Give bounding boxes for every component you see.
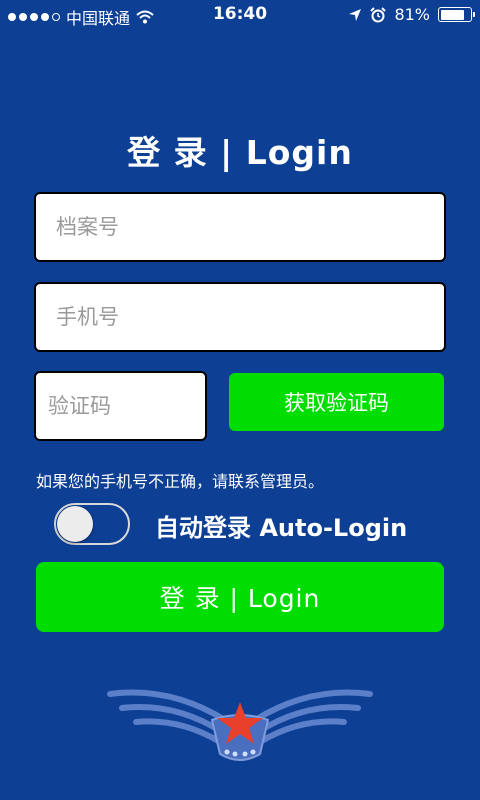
verification-code-input[interactable] <box>48 373 205 439</box>
phone-number-field[interactable] <box>34 282 446 352</box>
battery-fill <box>440 9 464 20</box>
status-right: 81% <box>348 5 475 24</box>
location-arrow-icon <box>349 8 362 21</box>
auto-login-label: 自动登录 Auto-Login <box>155 514 408 542</box>
wings-logo <box>107 689 373 761</box>
archive-number-field[interactable] <box>34 192 446 262</box>
login-button[interactable]: 登 录 | Login <box>36 562 444 632</box>
battery-icon <box>438 7 475 22</box>
phone-number-input[interactable] <box>56 284 444 350</box>
alarm-icon <box>370 6 387 22</box>
get-code-button[interactable]: 获取验证码 <box>229 373 444 431</box>
phone-notice-text: 如果您的手机号不正确，请联系管理员。 <box>36 472 325 491</box>
page-title: 登 录 | Login <box>127 133 353 172</box>
toggle-knob <box>57 506 93 542</box>
archive-number-input[interactable] <box>56 194 444 260</box>
battery-percent: 81% <box>394 5 430 24</box>
auto-login-toggle[interactable] <box>54 503 130 545</box>
status-bar: 中国联通 16:40 81% <box>0 0 480 30</box>
verification-code-field[interactable] <box>34 371 207 441</box>
